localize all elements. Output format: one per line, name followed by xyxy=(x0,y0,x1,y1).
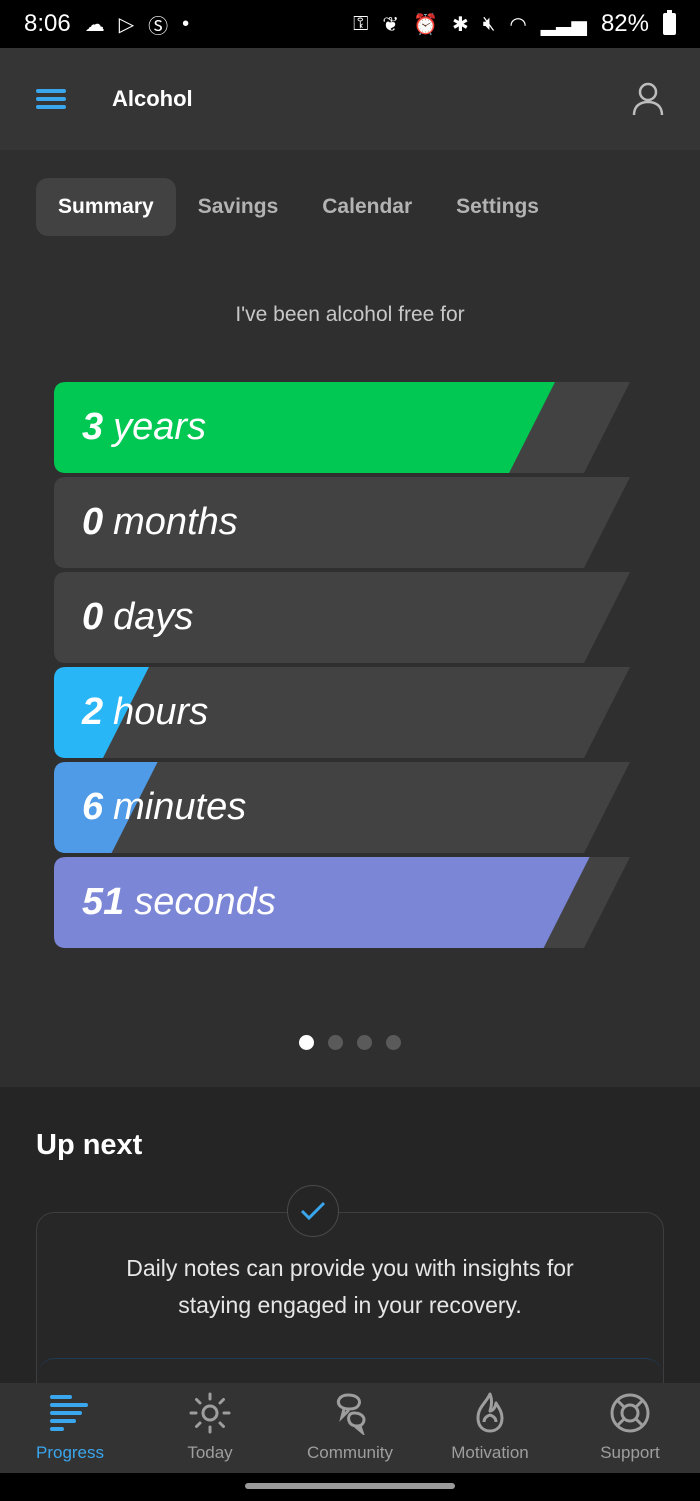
hamburger-menu-icon[interactable] xyxy=(36,89,66,109)
bottom-nav: Progress Today Community Motivation Supp… xyxy=(0,1383,700,1473)
counter-hours: 2 hours xyxy=(54,667,630,758)
alarm-icon: ⏰ xyxy=(413,13,438,36)
up-next-section: Up next Daily notes can provide you with… xyxy=(0,1087,700,1383)
app-s-icon: Ⓢ xyxy=(148,15,169,38)
nav-support[interactable]: Support xyxy=(560,1383,700,1473)
lifebuoy-icon xyxy=(610,1393,650,1433)
card-description: Daily notes can provide you with insight… xyxy=(0,1250,700,1324)
counter-seconds: 51 seconds xyxy=(54,857,630,948)
nav-motivation[interactable]: Motivation xyxy=(420,1383,560,1473)
card-line-1: Daily notes can provide you with insight… xyxy=(126,1255,574,1281)
nav-label: Motivation xyxy=(451,1443,529,1462)
counter-bars: 3 years 0 months 0 days 2 hours 6 minutes 51 s… xyxy=(54,382,630,952)
counter-value: 0 xyxy=(82,596,104,638)
counter-value: 0 xyxy=(82,501,104,543)
pager-dot[interactable] xyxy=(328,1035,343,1050)
tab-settings[interactable]: Settings xyxy=(434,178,561,236)
sun-icon xyxy=(189,1392,231,1434)
nav-label: Today xyxy=(187,1443,233,1462)
mute-icon: 🔇︎ xyxy=(482,12,496,35)
card-inner-panel xyxy=(37,1358,663,1383)
pager-dots xyxy=(0,1035,700,1050)
status-time: 8:06 xyxy=(24,10,71,37)
progress-icon xyxy=(50,1395,88,1431)
counter-unit: months xyxy=(113,501,238,543)
sobriety-intro-text: I've been alcohol free for xyxy=(235,303,465,326)
counter-unit: days xyxy=(113,596,194,638)
system-gesture-bar xyxy=(0,1473,700,1501)
signal-icon: ▂▃▅ xyxy=(540,13,587,36)
pager-dot[interactable] xyxy=(386,1035,401,1050)
flame-icon xyxy=(476,1392,504,1433)
check-icon xyxy=(287,1185,339,1237)
home-indicator[interactable] xyxy=(245,1483,455,1489)
card-line-2: staying engaged in your recovery. xyxy=(178,1292,522,1318)
page-title: Alcohol xyxy=(112,86,193,111)
nav-progress[interactable]: Progress xyxy=(0,1383,140,1473)
counter-minutes: 6 minutes xyxy=(54,762,630,853)
summary-panel: Summary Savings Calendar Settings I've b… xyxy=(0,150,700,1087)
counter-days: 0 days xyxy=(54,572,630,663)
vpn-key-icon: ⚿ xyxy=(353,12,369,35)
counter-value: 6 xyxy=(82,786,104,828)
battery-icon xyxy=(663,10,676,35)
pager-dot[interactable] xyxy=(299,1035,314,1050)
wifi-icon: ◠ xyxy=(509,13,527,36)
battery-percent: 82% xyxy=(600,10,649,37)
counter-value: 2 xyxy=(82,691,104,733)
counter-years: 3 years xyxy=(54,382,630,473)
up-next-title: Up next xyxy=(36,1129,143,1161)
nav-community[interactable]: Community xyxy=(280,1383,420,1473)
play-store-icon: ▷ xyxy=(118,13,135,36)
bluetooth-icon: ✱ xyxy=(451,13,469,36)
counter-unit: seconds xyxy=(134,881,276,923)
nav-today[interactable]: Today xyxy=(140,1383,280,1473)
tab-summary[interactable]: Summary xyxy=(36,178,176,236)
profile-icon[interactable] xyxy=(632,82,664,116)
cloud-icon: ☁ xyxy=(84,13,105,36)
nav-label: Community xyxy=(307,1443,393,1462)
notification-dot-icon: • xyxy=(182,12,190,35)
tab-bar: Summary Savings Calendar Settings xyxy=(36,178,561,236)
leaf-icon: ❦ xyxy=(382,13,400,36)
tab-savings[interactable]: Savings xyxy=(176,178,301,236)
counter-months: 0 months xyxy=(54,477,630,568)
community-icon xyxy=(336,1393,366,1435)
counter-value: 51 xyxy=(82,881,125,923)
counter-unit: minutes xyxy=(113,786,247,828)
status-bar: 8:06 ☁ ▷ Ⓢ • ⚿ ❦ ⏰ ✱ 🔇︎ ◠ ▂▃▅ 82% xyxy=(0,0,700,48)
app-bar: Alcohol xyxy=(0,48,700,150)
tab-calendar[interactable]: Calendar xyxy=(300,178,434,236)
nav-label: Progress xyxy=(35,1443,105,1462)
counter-value: 3 xyxy=(82,406,104,448)
counter-unit: hours xyxy=(113,691,209,733)
pager-dot[interactable] xyxy=(357,1035,372,1050)
nav-label: Support xyxy=(600,1443,660,1462)
counter-unit: years xyxy=(113,406,207,448)
